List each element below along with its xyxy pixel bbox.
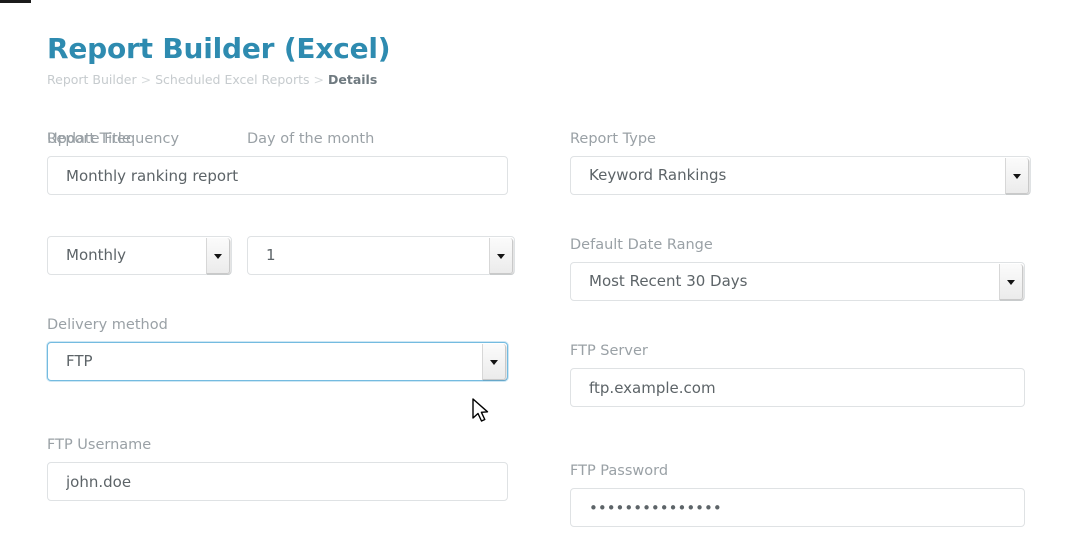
- report-title-input[interactable]: [47, 156, 508, 195]
- breadcrumb-separator: >: [310, 72, 328, 87]
- chevron-down-icon[interactable]: [489, 238, 513, 274]
- field-delivery-method: Delivery method FTP: [47, 316, 517, 381]
- label-report-type: Report Type: [570, 130, 1040, 148]
- delivery-method-value: FTP: [66, 343, 473, 380]
- page-title: Report Builder (Excel): [47, 32, 390, 66]
- field-report-type: Report Type Keyword Rankings: [570, 130, 1040, 195]
- form-column-left: Report Title Update Frequency Day of the…: [47, 130, 517, 501]
- label-delivery-method: Delivery method: [47, 316, 517, 334]
- label-ftp-password: FTP Password: [570, 462, 1040, 480]
- field-ftp-password: FTP Password: [570, 462, 1040, 527]
- label-day-of-month: Day of the month: [247, 130, 374, 148]
- ftp-server-input[interactable]: [570, 368, 1025, 407]
- top-left-marker: [0, 0, 31, 3]
- spacer: [570, 301, 1040, 342]
- chevron-down-icon[interactable]: [1005, 158, 1029, 194]
- field-ftp-server: FTP Server: [570, 342, 1040, 407]
- report-builder-page: Report Builder (Excel) Report Builder>Sc…: [0, 0, 1074, 560]
- spacer: [47, 195, 517, 236]
- day-of-month-select[interactable]: 1: [247, 236, 515, 275]
- update-frequency-value: Monthly: [66, 237, 197, 274]
- update-frequency-select[interactable]: Monthly: [47, 236, 232, 275]
- field-ftp-username: FTP Username: [47, 436, 517, 501]
- report-type-select[interactable]: Keyword Rankings: [570, 156, 1031, 195]
- form-column-right: Report Type Keyword Rankings Default Dat…: [570, 130, 1040, 527]
- day-of-month-value: 1: [266, 237, 480, 274]
- label-default-date-range: Default Date Range: [570, 236, 1040, 254]
- ftp-username-input[interactable]: [47, 462, 508, 501]
- breadcrumb: Report Builder>Scheduled Excel Reports>D…: [47, 72, 390, 88]
- default-date-range-select[interactable]: Most Recent 30 Days: [570, 262, 1025, 301]
- default-date-range-value: Most Recent 30 Days: [589, 263, 990, 300]
- breadcrumb-item-details: Details: [328, 72, 377, 87]
- spacer: [47, 275, 517, 316]
- report-type-value: Keyword Rankings: [589, 157, 996, 194]
- breadcrumb-item-report-builder[interactable]: Report Builder: [47, 72, 137, 87]
- ftp-password-input[interactable]: [570, 488, 1025, 527]
- breadcrumb-item-scheduled-excel-reports[interactable]: Scheduled Excel Reports: [155, 72, 309, 87]
- spacer: [570, 407, 1040, 462]
- delivery-method-select[interactable]: FTP: [47, 342, 508, 381]
- chevron-down-icon[interactable]: [206, 238, 230, 274]
- chevron-down-icon[interactable]: [999, 264, 1023, 300]
- spacer: [570, 195, 1040, 236]
- chevron-down-icon[interactable]: [482, 344, 506, 380]
- page-header: Report Builder (Excel) Report Builder>Sc…: [47, 32, 390, 88]
- label-ftp-server: FTP Server: [570, 342, 1040, 360]
- label-update-frequency: Update Frequency: [47, 130, 179, 148]
- label-ftp-username: FTP Username: [47, 436, 517, 454]
- field-default-date-range: Default Date Range Most Recent 30 Days: [570, 236, 1040, 301]
- breadcrumb-separator: >: [137, 72, 155, 87]
- spacer: [47, 381, 517, 436]
- frequency-row: Monthly 1: [47, 236, 517, 275]
